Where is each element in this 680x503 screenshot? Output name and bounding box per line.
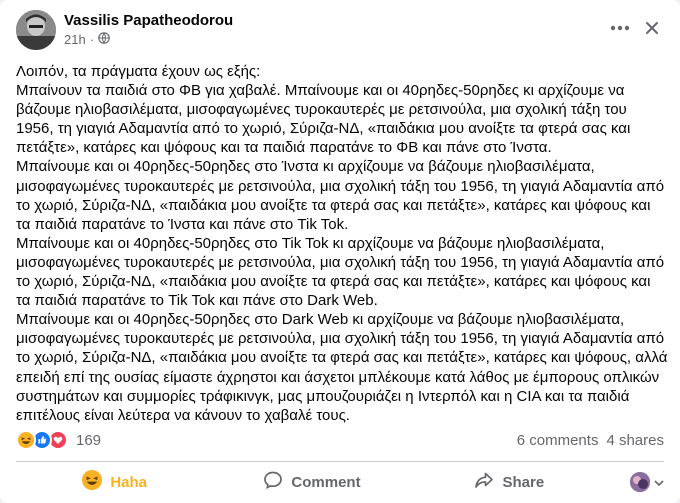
post-card: Vassilis Papatheodorou 21h · Λοιπόν, τα … <box>0 0 680 503</box>
author-name[interactable]: Vassilis Papatheodorou <box>64 12 233 29</box>
haha-emoji-icon <box>16 430 36 450</box>
post-paragraph: Μπαίνουμε και οι 40ρηδες-50ρηδες στο Ίνσ… <box>16 158 665 233</box>
share-label: Share <box>502 473 545 491</box>
post-body: Λοιπόν, τα πράγματα έχουν ως εξής: Μπαίν… <box>16 62 668 425</box>
haha-emoji-icon <box>82 470 103 494</box>
more-options-icon[interactable] <box>606 14 634 42</box>
user-avatar <box>629 472 650 492</box>
chevron-down-icon <box>654 473 664 491</box>
post-paragraph: Μπαίνουμε και οι 40ρηδες-50ρηδες στο Tik… <box>16 234 665 310</box>
action-bar: Haha Comment Share <box>16 464 664 500</box>
close-icon[interactable] <box>638 14 666 42</box>
comment-button[interactable]: Comment <box>213 464 410 500</box>
share-icon <box>474 470 494 494</box>
comment-label: Comment <box>291 473 361 491</box>
post-meta: 21h · <box>64 32 110 47</box>
post-paragraph: Μπαίνουμε και οι 40ρηδες-50ρηδες στο Dar… <box>16 311 668 424</box>
post-header: Vassilis Papatheodorou 21h · <box>16 10 664 52</box>
meta-separator: · <box>89 32 95 47</box>
engagement-counts: 6 comments 4 shares <box>517 432 664 449</box>
reaction-count[interactable]: 169 <box>76 432 101 449</box>
haha-reaction-button[interactable]: Haha <box>16 464 213 500</box>
globe-icon <box>98 32 110 47</box>
post-paragraph: Λοιπόν, τα πράγματα έχουν ως εξής: <box>16 63 261 80</box>
reaction-identity-selector[interactable] <box>608 472 664 492</box>
comments-count[interactable]: 6 comments <box>517 432 599 449</box>
post-time[interactable]: 21h <box>64 32 86 47</box>
post-stats: 169 6 comments 4 shares <box>16 430 664 452</box>
post-paragraph: Μπαίνουν τα παιδιά στο ΦΒ για χαβαλέ. Μπ… <box>16 82 631 157</box>
shares-count[interactable]: 4 shares <box>606 432 664 449</box>
share-button[interactable]: Share <box>411 464 608 500</box>
author-avatar[interactable] <box>16 10 56 50</box>
reactions-summary[interactable]: 169 <box>16 430 101 450</box>
comment-icon <box>263 470 283 494</box>
divider <box>16 461 664 462</box>
haha-label: Haha <box>110 473 147 491</box>
